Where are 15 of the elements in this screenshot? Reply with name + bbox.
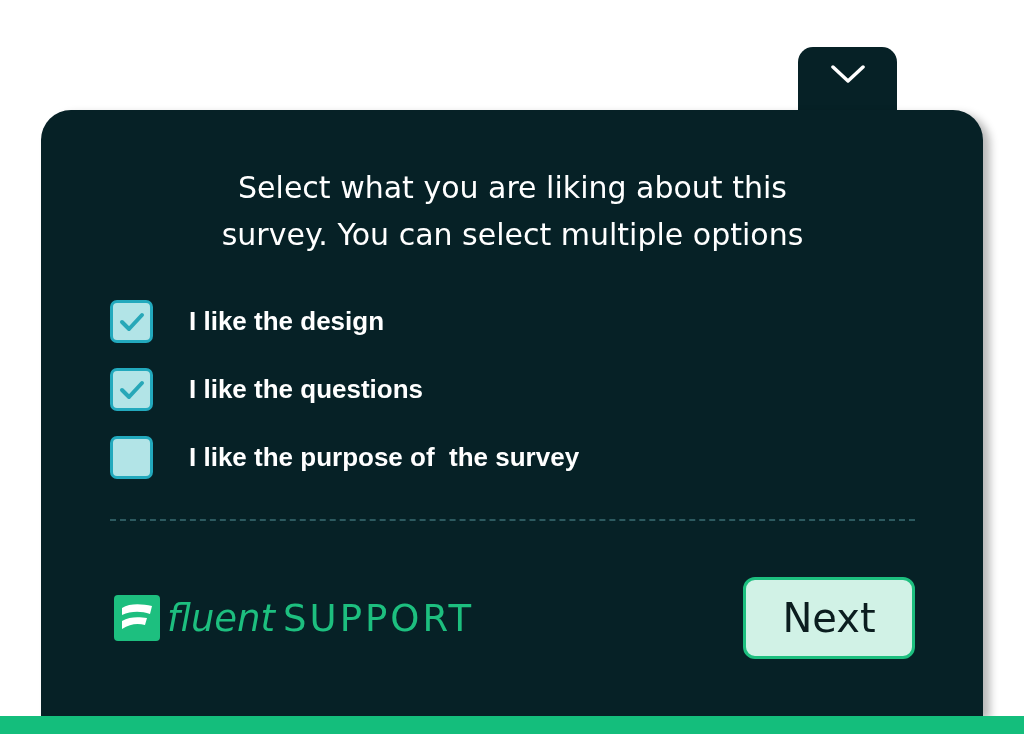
checkmark-icon bbox=[118, 311, 145, 332]
chevron-down-icon bbox=[830, 65, 865, 83]
checkbox[interactable] bbox=[110, 436, 153, 479]
logo-icon bbox=[114, 595, 160, 641]
next-button[interactable]: Next bbox=[743, 577, 915, 659]
logo-wordmark: SUPPORT bbox=[283, 596, 474, 640]
question-text: Select what you are liking about this survey. You can select multiple options bbox=[220, 169, 805, 254]
option-label: I like the questions bbox=[189, 374, 424, 405]
checkbox[interactable] bbox=[110, 300, 153, 343]
logo-wordmark: fluent bbox=[167, 596, 276, 640]
checkbox[interactable] bbox=[110, 368, 153, 411]
option-label: I like the purpose of the survey bbox=[189, 442, 580, 473]
collapse-tab[interactable] bbox=[798, 47, 897, 111]
checkmark-icon bbox=[118, 379, 145, 400]
option-label: I like the design bbox=[189, 306, 385, 337]
